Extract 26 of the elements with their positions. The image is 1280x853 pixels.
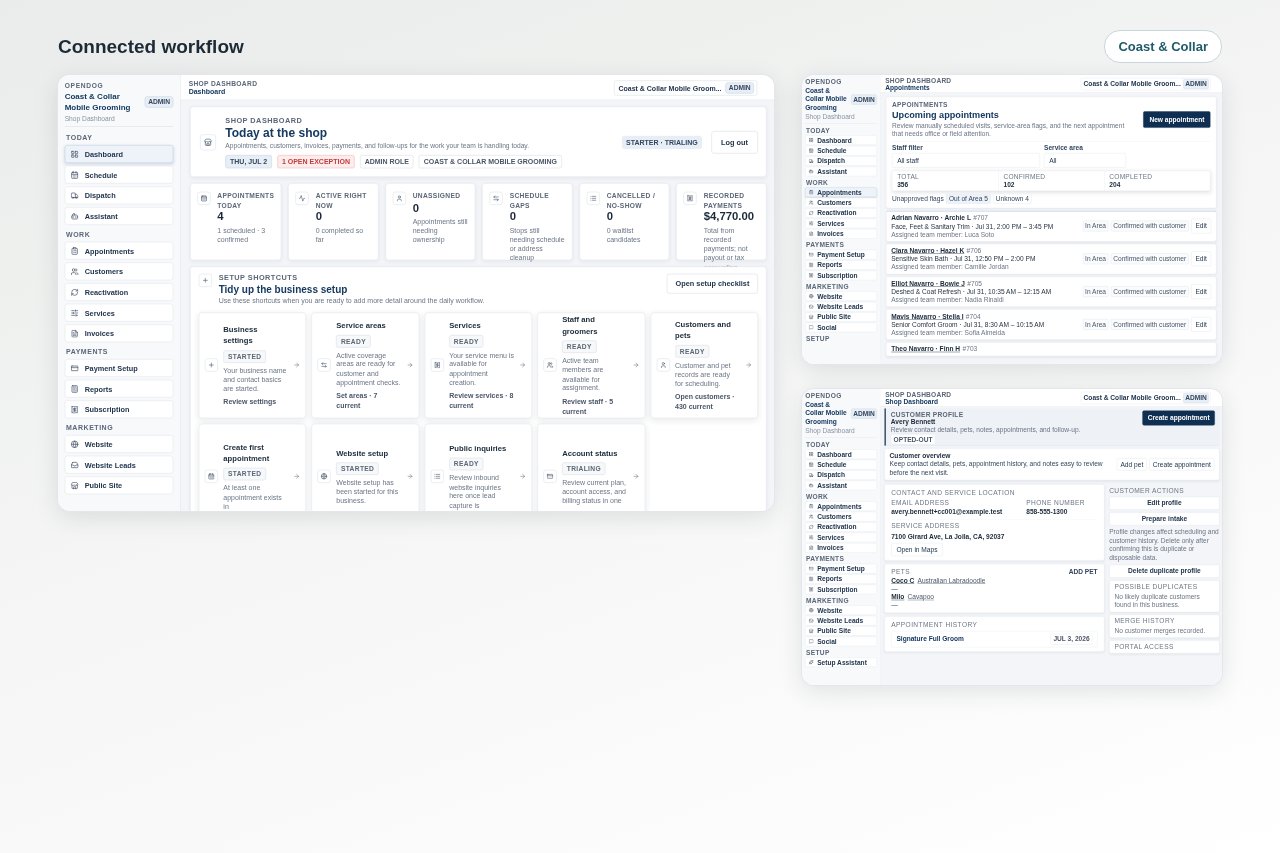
- list-icon: [586, 191, 600, 205]
- stat-value: 0: [412, 201, 420, 215]
- stat-value: 0: [606, 210, 614, 224]
- plus-icon: [204, 358, 218, 372]
- pulse-icon: [295, 191, 309, 205]
- setup-title: Tidy up the business setup: [218, 283, 349, 295]
- card-icon: [543, 469, 557, 484]
- calendar-icon: [197, 191, 211, 205]
- arrows-icon: [489, 191, 503, 205]
- hero-title: Today at the shop: [225, 126, 329, 141]
- plus-icon: [198, 273, 212, 287]
- stat-value: 0: [315, 210, 323, 224]
- business-name: Coast & Collar Mobile Grooming: [64, 91, 132, 113]
- stat-value: 0: [509, 210, 517, 224]
- arrows-icon: [317, 358, 331, 372]
- panel-title: Upcoming appointments: [892, 109, 1000, 121]
- globe-icon: [317, 469, 331, 484]
- stat-value: $4,770.00: [703, 210, 756, 224]
- stat-value: 4: [217, 210, 225, 224]
- calendar-icon: [204, 469, 218, 484]
- person-icon: [392, 191, 406, 205]
- person-icon: [656, 358, 670, 372]
- brand-button[interactable]: Coast & Collar: [1104, 30, 1222, 63]
- list-icon: [430, 469, 444, 484]
- people-icon: [543, 358, 557, 372]
- page-heading: Connected workflow: [58, 35, 244, 58]
